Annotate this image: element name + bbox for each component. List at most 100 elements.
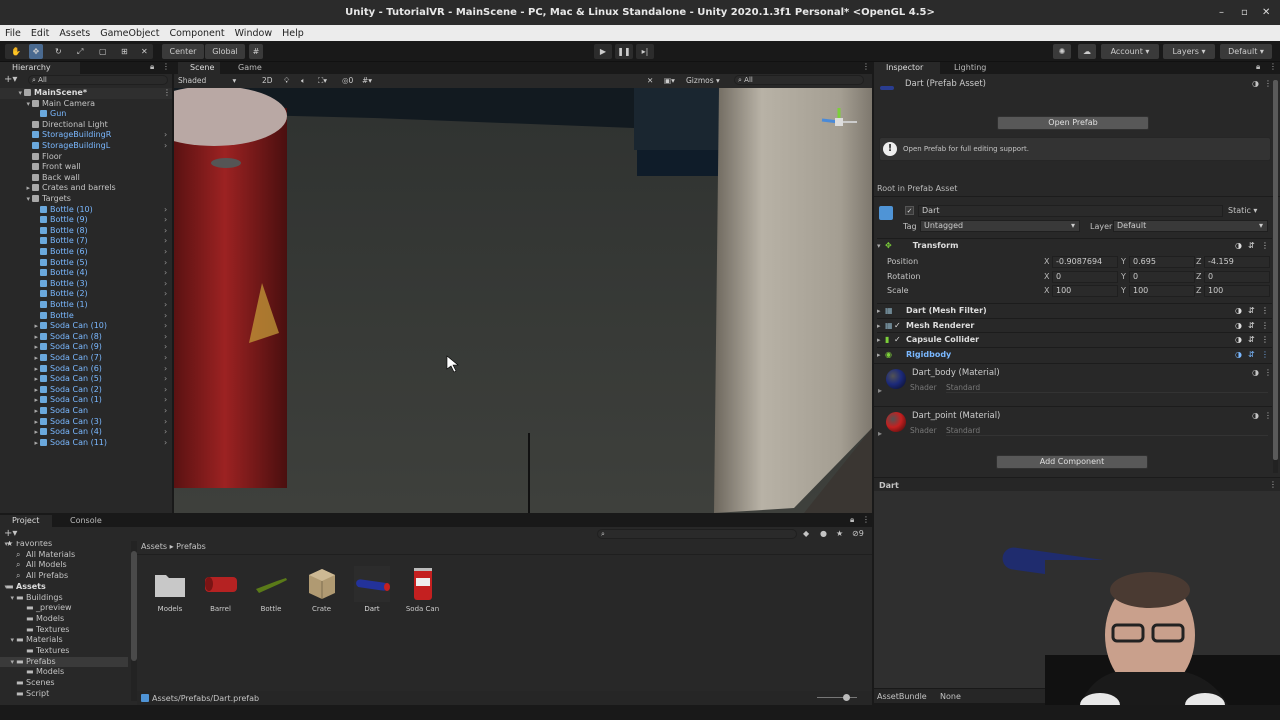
collapse-arrow-icon[interactable]: ▸ xyxy=(30,395,38,406)
lock-icon[interactable]: 🔒︎ xyxy=(850,515,854,525)
play-icon[interactable]: ▶ xyxy=(594,44,612,59)
preset-icon[interactable]: ⇵ xyxy=(1248,239,1255,253)
project-tree-item[interactable]: ▬ _preview xyxy=(0,603,128,614)
position-y-label[interactable]: Y xyxy=(1121,257,1126,266)
open-prefab-arrow-icon[interactable]: › xyxy=(164,417,167,428)
hierarchy-item[interactable]: ▸ Soda Can (9) › xyxy=(0,342,172,353)
rotate-tool-icon[interactable]: ↻ xyxy=(55,44,62,59)
create-icon[interactable]: +▾ xyxy=(4,528,17,539)
position-z-label[interactable]: Z xyxy=(1196,257,1201,266)
scale-y-field[interactable]: 100 xyxy=(1129,285,1195,297)
step-icon[interactable]: ▸| xyxy=(636,44,654,59)
component-menu-icon[interactable]: ⋮ xyxy=(1261,304,1269,318)
hierarchy-item[interactable]: Floor xyxy=(0,152,172,163)
hierarchy-item[interactable]: Bottle (1) › xyxy=(0,300,172,311)
expand-arrow-icon[interactable]: ▾ xyxy=(22,99,30,110)
menu-item-help[interactable]: Help xyxy=(282,28,304,39)
tab-console[interactable]: Console xyxy=(58,515,108,527)
open-prefab-arrow-icon[interactable]: › xyxy=(164,226,167,237)
tab-scene[interactable]: Scene xyxy=(178,62,221,74)
lock-icon[interactable]: 🔒︎ xyxy=(1256,62,1260,72)
open-prefab-arrow-icon[interactable]: › xyxy=(164,247,167,258)
shader-dropdown[interactable]: Standard xyxy=(946,426,1268,436)
project-search-input[interactable]: ⌕ xyxy=(597,529,797,539)
menu-item-edit[interactable]: Edit xyxy=(31,28,49,39)
material-section[interactable]: Dart_body (Material) Shader Standard ◑ ⋮ ▸ xyxy=(874,363,1272,405)
hierarchy-item[interactable]: ▸ Crates and barrels xyxy=(0,183,172,194)
collab-icon[interactable]: ✺ xyxy=(1053,44,1071,59)
expand-arrow-icon[interactable]: ▾ xyxy=(6,635,14,646)
open-prefab-arrow-icon[interactable]: › xyxy=(164,300,167,311)
project-tree-item[interactable]: ▬ Textures xyxy=(0,625,128,636)
collapse-arrow-icon[interactable]: ▸ xyxy=(30,364,38,375)
hierarchy-item[interactable]: Bottle (7) › xyxy=(0,236,172,247)
menu-item-window[interactable]: Window xyxy=(235,28,272,39)
open-prefab-arrow-icon[interactable]: › xyxy=(164,236,167,247)
layer-dropdown[interactable]: Default ▾ xyxy=(1113,220,1268,232)
account-dropdown[interactable]: Account ▾ xyxy=(1101,44,1159,59)
hierarchy-item[interactable]: Back wall xyxy=(0,173,172,184)
effects-toggle-icon[interactable]: ⛶▾ xyxy=(318,74,327,87)
layout-dropdown[interactable]: Default ▾ xyxy=(1220,44,1272,59)
project-tree-item[interactable]: ▾ ▬ Materials xyxy=(0,635,128,646)
tab-game[interactable]: Game xyxy=(226,62,268,74)
expand-arrow-icon[interactable]: ▸ xyxy=(878,386,882,395)
rotation-y-label[interactable]: Y xyxy=(1121,272,1126,281)
shader-dropdown[interactable]: Standard xyxy=(946,383,1268,393)
preset-icon[interactable]: ⇵ xyxy=(1248,319,1255,333)
project-tree-item[interactable]: ▬ Models xyxy=(0,614,128,625)
layers-dropdown[interactable]: Layers ▾ xyxy=(1163,44,1215,59)
hierarchy-item[interactable]: ▸ Soda Can (4) › xyxy=(0,427,172,438)
assetbundle-dropdown[interactable]: None xyxy=(940,692,961,701)
project-tree-item[interactable]: ⌕ All Materials xyxy=(0,550,128,561)
collapse-arrow-icon[interactable]: ▸ xyxy=(30,417,38,428)
hierarchy-item[interactable]: ▸ Soda Can (2) › xyxy=(0,385,172,396)
help-icon[interactable]: ◑ xyxy=(1235,348,1242,362)
project-tree-item[interactable]: ⌕ All Prefabs xyxy=(0,571,128,582)
hierarchy-item[interactable]: StorageBuildingR › xyxy=(0,130,172,141)
help-icon[interactable]: ◑ xyxy=(1235,333,1242,347)
open-prefab-arrow-icon[interactable]: › xyxy=(164,385,167,396)
camera-dropdown-icon[interactable]: ▣▾ xyxy=(664,74,675,87)
breadcrumb-prefabs[interactable]: Prefabs xyxy=(176,542,206,551)
hidden-packages-icon[interactable]: ⊘9 xyxy=(852,529,864,538)
collapse-arrow-icon[interactable]: ▸ xyxy=(22,183,30,194)
expand-arrow-icon[interactable]: ▾ xyxy=(22,194,30,205)
project-tree-item[interactable]: ▾ ▬ Buildings xyxy=(0,593,128,604)
collapse-arrow-icon[interactable]: ▸ xyxy=(30,385,38,396)
favorite-icon[interactable]: ★ xyxy=(836,529,843,538)
component-rigidbody[interactable]: ▸ ◉ Rigidbody ◑ ⇵ ⋮ xyxy=(877,347,1272,361)
open-prefab-arrow-icon[interactable]: › xyxy=(164,438,167,449)
panel-menu-icon[interactable]: ⋮ xyxy=(862,515,870,524)
project-tree-item[interactable]: ▾ ▬ Prefabs xyxy=(0,656,128,668)
hierarchy-item[interactable]: ▾ Targets xyxy=(0,194,172,205)
move-tool-icon[interactable]: ✥ xyxy=(29,44,43,59)
pivot-center-toggle[interactable]: Center xyxy=(162,44,204,59)
hierarchy-item[interactable]: ▸ Soda Can (11) › xyxy=(0,438,172,449)
position-x-field[interactable]: -0.9087694 xyxy=(1052,256,1118,268)
rotation-y-field[interactable]: 0 xyxy=(1129,271,1195,283)
hierarchy-item[interactable]: ▸ Soda Can (7) › xyxy=(0,353,172,364)
expand-arrow-icon[interactable]: ▸ xyxy=(878,429,882,438)
hierarchy-item[interactable]: ▸ Soda Can (6) › xyxy=(0,364,172,375)
preview-menu-icon[interactable]: ⋮ xyxy=(1269,480,1277,489)
help-icon[interactable]: ◑ xyxy=(1252,411,1259,420)
hierarchy-item[interactable]: Bottle (5) › xyxy=(0,258,172,269)
open-prefab-arrow-icon[interactable]: › xyxy=(164,342,167,353)
hierarchy-item[interactable]: Directional Light xyxy=(0,120,172,131)
component-menu-icon[interactable]: ⋮ xyxy=(1261,333,1269,347)
static-toggle[interactable]: Static ▾ xyxy=(1228,206,1257,215)
project-tree-item[interactable]: ⌕ All Models xyxy=(0,560,128,571)
hierarchy-item[interactable]: Bottle (8) › xyxy=(0,226,172,237)
rotation-x-field[interactable]: 0 xyxy=(1052,271,1118,283)
component-capsule-collider[interactable]: ▸ ▮ ✓ Capsule Collider ◑ ⇵ ⋮ xyxy=(877,332,1272,346)
enable-checkbox[interactable]: ✓ xyxy=(894,319,906,333)
open-prefab-arrow-icon[interactable]: › xyxy=(164,279,167,290)
scene-viewport[interactable] xyxy=(174,88,872,513)
collapse-arrow-icon[interactable]: ▸ xyxy=(30,438,38,449)
hierarchy-item[interactable]: ▾ MainScene* ⋮ xyxy=(0,88,172,99)
asset-models[interactable]: Models xyxy=(150,566,190,613)
menu-item-gameobject[interactable]: GameObject xyxy=(100,28,159,39)
lock-icon[interactable]: 🔒︎ xyxy=(150,62,154,72)
hierarchy-item[interactable]: ▸ Soda Can (3) › xyxy=(0,417,172,428)
